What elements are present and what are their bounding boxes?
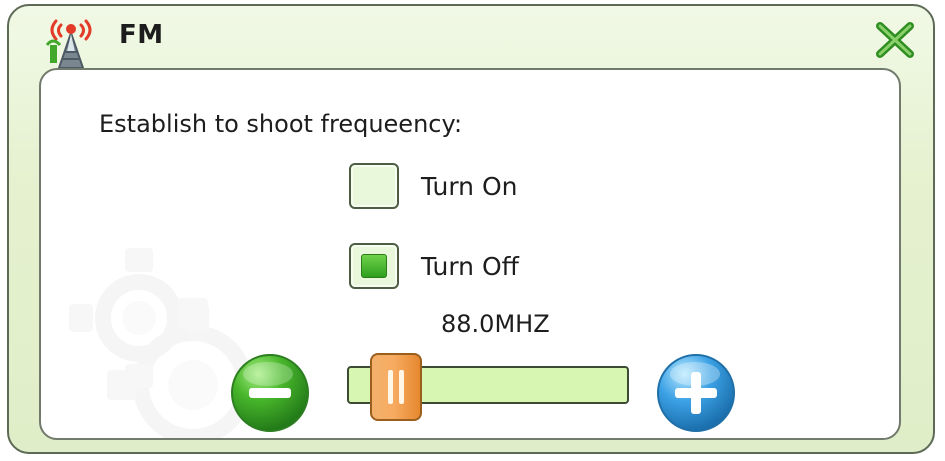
frequency-slider[interactable] bbox=[347, 353, 629, 421]
checked-indicator bbox=[361, 254, 387, 278]
plus-icon[interactable] bbox=[655, 352, 737, 434]
frequency-value: 88.0MHZ bbox=[441, 310, 550, 338]
slider-thumb[interactable] bbox=[370, 353, 422, 421]
turn-on-label: Turn On bbox=[421, 171, 518, 201]
fm-window: FM Establish to shoot frequeency: Turn O… bbox=[7, 4, 935, 454]
turn-off-checkbox[interactable] bbox=[349, 243, 399, 289]
close-icon[interactable] bbox=[873, 18, 917, 62]
turn-on-checkbox[interactable] bbox=[349, 163, 399, 209]
fm-settings-panel: Establish to shoot frequeency: Turn On T… bbox=[39, 68, 901, 440]
turn-off-label: Turn Off bbox=[421, 251, 519, 281]
radio-tower-icon bbox=[45, 19, 92, 69]
frequency-prompt: Establish to shoot frequeency: bbox=[99, 110, 463, 138]
window-title: FM bbox=[119, 20, 164, 50]
minus-icon[interactable] bbox=[229, 352, 311, 434]
turn-on-option[interactable]: Turn On bbox=[349, 163, 517, 209]
turn-off-option[interactable]: Turn Off bbox=[349, 243, 519, 289]
title-bar: FM bbox=[9, 6, 933, 69]
